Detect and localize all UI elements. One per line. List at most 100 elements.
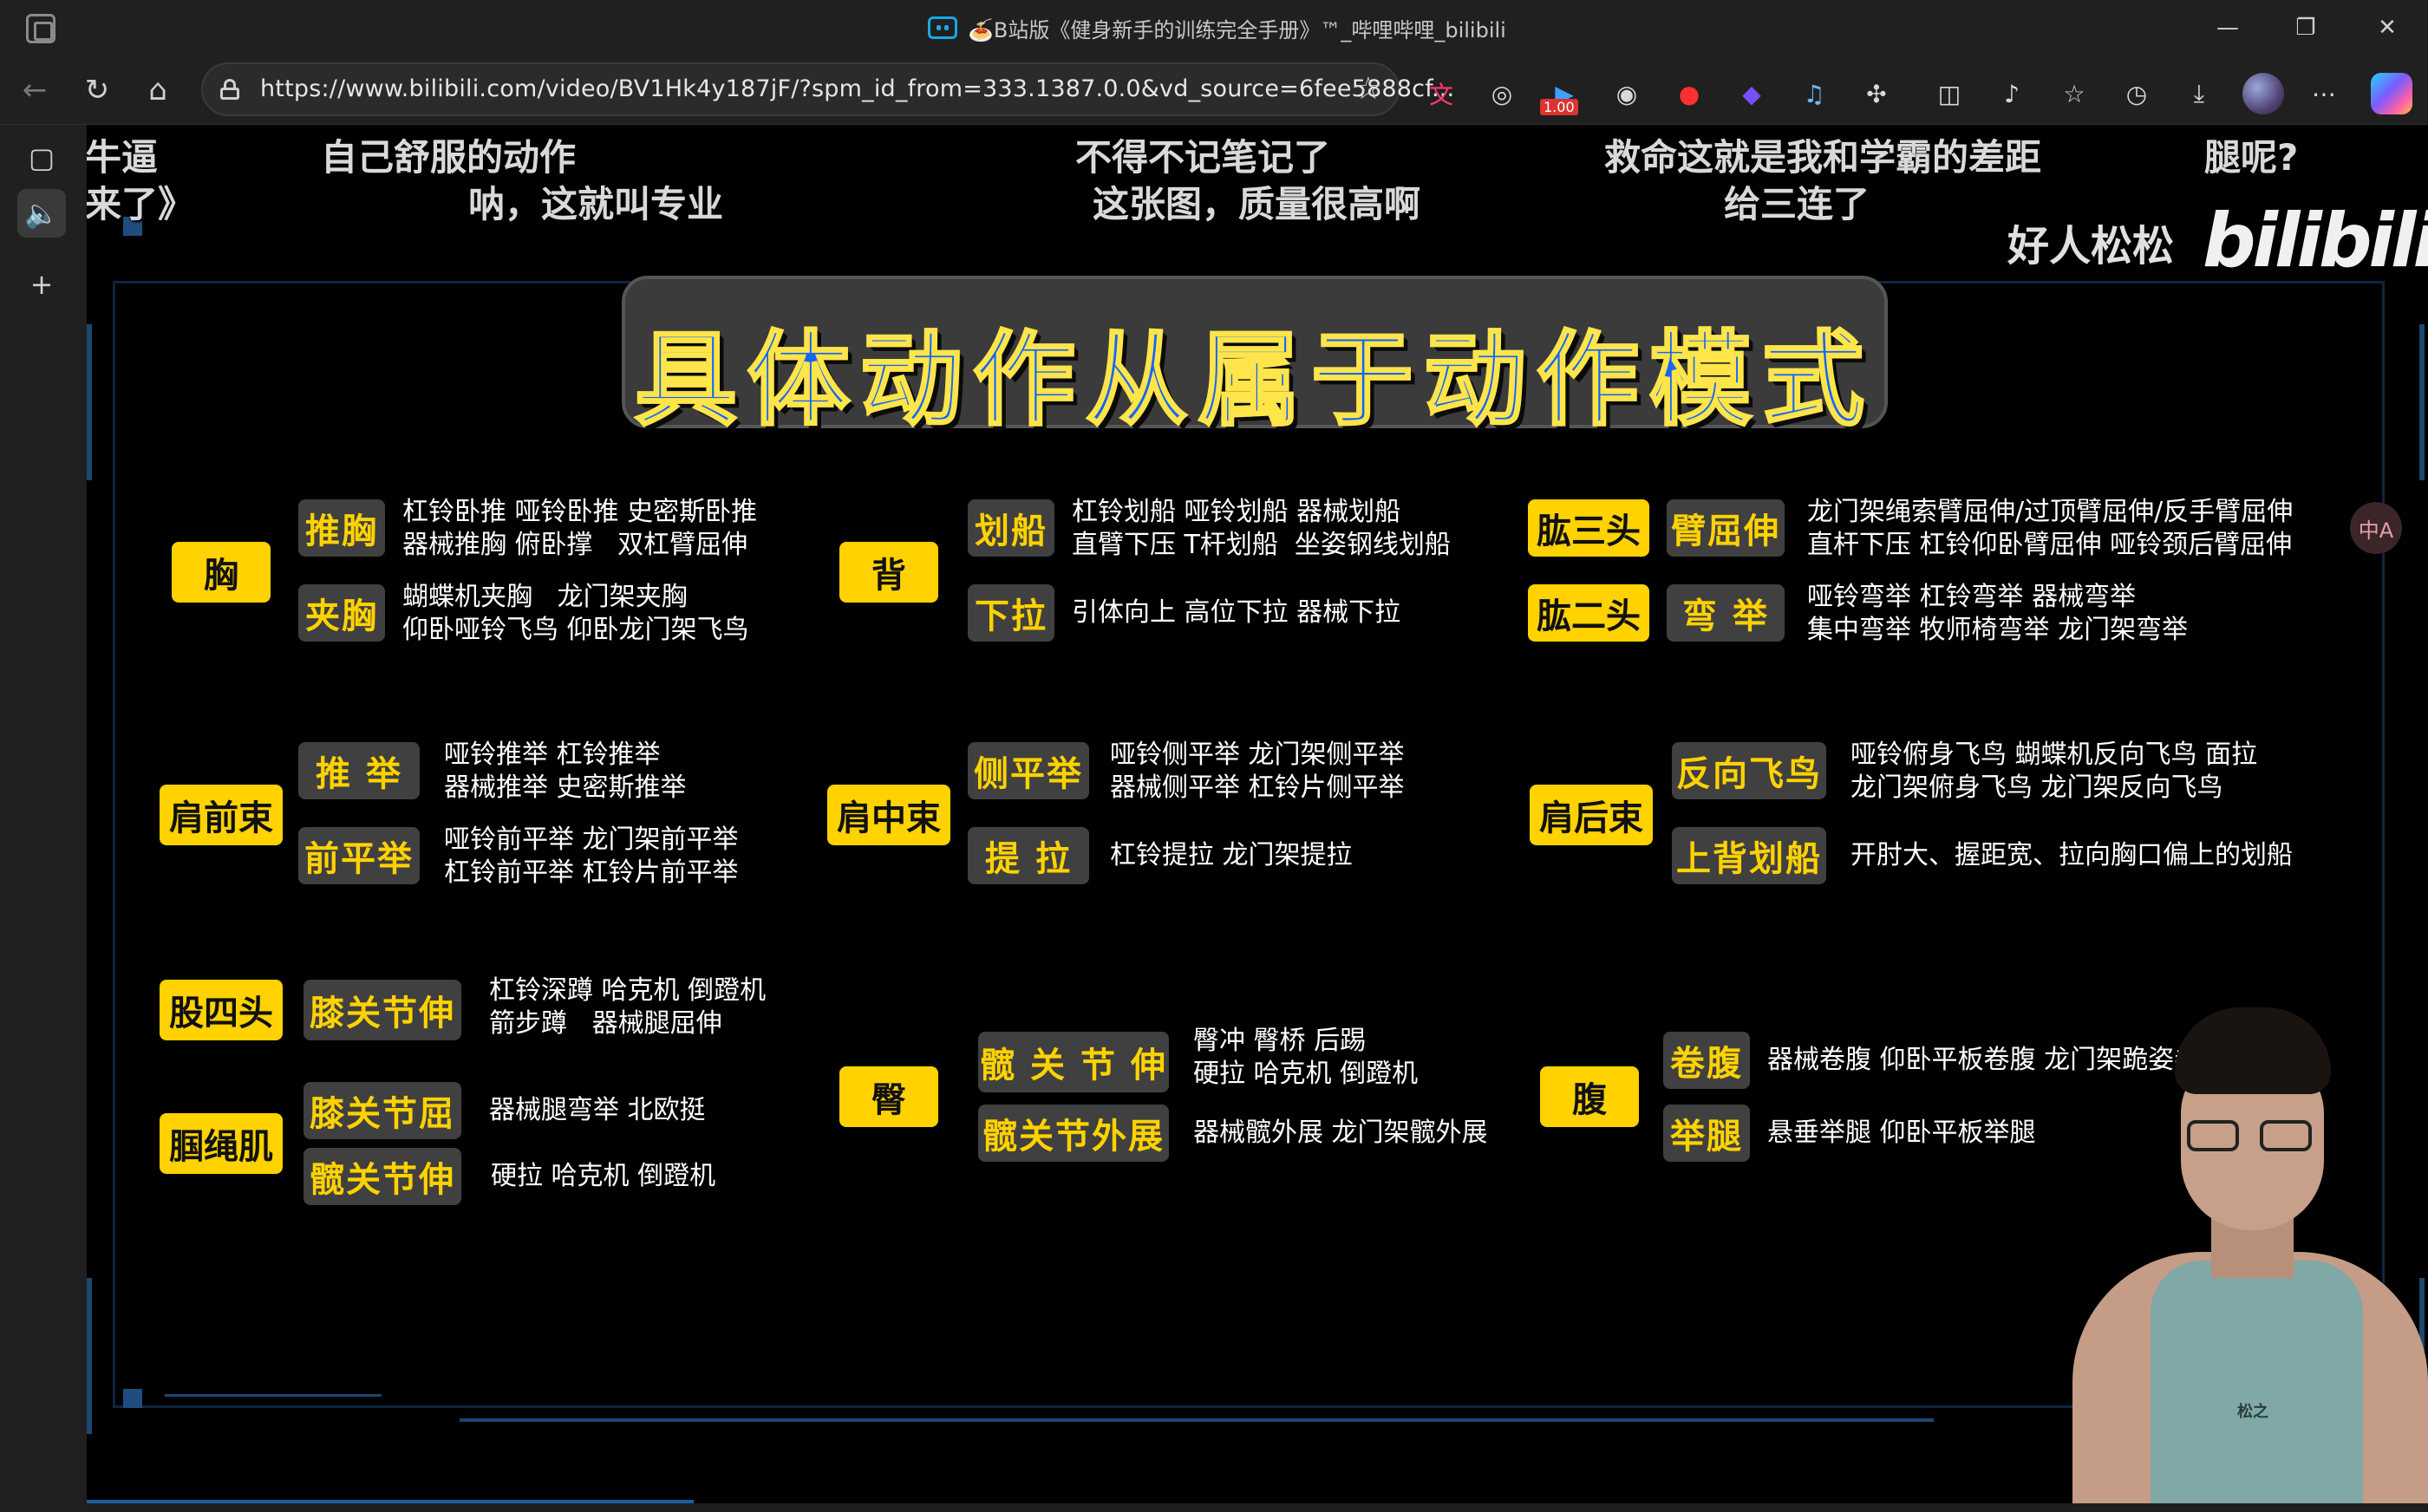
category-glutes: 臀 (839, 1066, 938, 1127)
window-title: 🍝B站版《健身新手的训练完全手册》™_哔哩哔哩_bilibili (928, 12, 1506, 43)
extensions-puzzle-icon[interactable]: ✣ (1857, 75, 1896, 113)
favorite-star-icon[interactable]: ☆ (1354, 71, 1382, 107)
address-bar[interactable]: https://www.bilibili.com/video/BV1Hk4y18… (201, 62, 1454, 116)
category-front-delt: 肩前束 (160, 785, 283, 845)
minimize-button[interactable]: — (2189, 0, 2267, 55)
danmaku-comment: 来了》 (87, 183, 195, 225)
bilibili-tv-icon (928, 16, 957, 39)
danmaku-comment: 救命这就是我和学霸的差距 (1604, 136, 2042, 179)
layers-extension-icon[interactable]: ◆ (1733, 75, 1771, 113)
danmaku-comment: 呐，这就叫专业 (468, 183, 724, 225)
exercise-list: 杠铃提拉 龙门架提拉 (1110, 840, 1353, 870)
frame-accent (87, 1278, 92, 1434)
exercise-list: 龙门架绳索臂屈伸/过顶臂屈伸/反手臂屈伸 直杆下压 杠铃仰卧臂屈伸 哑铃颈后臂屈… (1807, 497, 2294, 560)
audio-tab-icon[interactable]: 🔈 (17, 189, 66, 238)
danmaku-comment: 腿呢? (2204, 136, 2299, 179)
exercise-list: 杠铃卧推 哑铃卧推 史密斯卧推 器械推胸 俯卧撑 双杠臂屈伸 (402, 497, 758, 560)
url-text[interactable]: https://www.bilibili.com/video/BV1Hk4y18… (260, 75, 1454, 102)
exercise-list: 杠铃划船 哑铃划船 器械划船 直臂下压 T杆划船 坐姿钢线划船 (1072, 497, 1451, 560)
favorites-list-icon[interactable]: ☆ (2055, 75, 2093, 113)
video-speed-extension-icon[interactable]: ▶ 1.00 (1540, 75, 1583, 115)
movement-label: 举腿 (1663, 1105, 1750, 1162)
lock-icon[interactable] (220, 79, 239, 100)
danmaku-comment: 给三连了 (1724, 183, 1870, 225)
media-control-icon[interactable]: ♪ (1993, 75, 2031, 113)
movement-label: 卷腹 (1663, 1032, 1750, 1089)
translate-extension-icon[interactable]: 文 (1422, 75, 1460, 113)
category-abs: 腹 (1540, 1066, 1639, 1127)
danmaku-comment: 这张图，质量很高啊 (1093, 183, 1421, 225)
movement-label: 提 拉 (968, 827, 1089, 884)
category-triceps: 肱三头 (1528, 499, 1649, 557)
presenter-hair (2175, 1007, 2331, 1094)
refresh-button[interactable]: ↻ (75, 68, 120, 113)
frame-accent (87, 324, 92, 480)
category-chest: 胸 (172, 542, 271, 603)
copilot-icon[interactable] (2371, 73, 2412, 114)
vertical-sidebar: ▢ 🔈 + (0, 125, 83, 1512)
movement-label: 髋关节伸 (304, 1148, 461, 1205)
more-menu-icon[interactable]: ⋯ (2305, 75, 2343, 113)
danmaku-comment: 不得不记笔记了 (1075, 136, 1331, 179)
movement-label: 膝关节屈 (304, 1082, 461, 1139)
presenter-glasses (2187, 1120, 2317, 1155)
title-bar: 🍝B站版《健身新手的训练完全手册》™_哔哩哔哩_bilibili — ❐ ✕ (0, 0, 2428, 55)
subtitle-toggle-icon[interactable]: 中A (2350, 502, 2402, 554)
window-title-text: 🍝B站版《健身新手的训练完全手册》™_哔哩哔哩_bilibili (968, 17, 1506, 42)
movement-label: 夹胸 (298, 584, 385, 642)
exercise-list: 硬拉 哈克机 倒蹬机 (491, 1161, 716, 1191)
close-button[interactable]: ✕ (2348, 0, 2426, 55)
category-mid-delt: 肩中束 (827, 785, 950, 845)
tab-actions-icon[interactable]: ▢ (17, 134, 66, 182)
adblock-extension-icon[interactable]: ● (1670, 75, 1708, 113)
presenter-tank-top (2151, 1261, 2363, 1503)
presenter-webcam: 松之 (2072, 1000, 2428, 1503)
video-player[interactable]: 牛逼 来了》 自己舒服的动作 呐，这就叫专业 不得不记笔记了 这张图，质量很高啊… (87, 125, 2428, 1503)
mask-extension-icon[interactable]: ◎ (1483, 75, 1521, 113)
danmaku-comment: 牛逼 (87, 136, 159, 179)
new-tab-icon[interactable]: + (17, 260, 66, 309)
split-screen-icon[interactable]: ◫ (1930, 75, 1968, 113)
exercise-list: 哑铃前平举 龙门架前平举 杠铃前平举 杠铃片前平举 (444, 824, 739, 888)
exercise-list: 悬垂举腿 仰卧平板举腿 (1767, 1118, 2036, 1148)
movement-label: 侧平举 (968, 742, 1089, 799)
category-rear-delt: 肩后束 (1530, 785, 1653, 845)
home-button[interactable]: ⌂ (135, 68, 180, 113)
movement-label: 划船 (968, 499, 1054, 557)
exercise-list: 器械腿弯举 北欧挺 (489, 1095, 706, 1125)
exercise-list: 引体向上 高位下拉 器械下拉 (1072, 597, 1401, 628)
downloads-icon[interactable]: ⤓ (2180, 75, 2218, 113)
movement-label: 弯 举 (1667, 584, 1785, 642)
corner-square (123, 1389, 142, 1408)
category-quads: 股四头 (160, 980, 283, 1040)
movement-label: 臂屈伸 (1667, 499, 1785, 557)
workspaces-icon[interactable] (26, 14, 55, 43)
movement-label: 前平举 (298, 827, 420, 884)
movement-label: 髋 关 节 伸 (978, 1032, 1169, 1092)
movement-label: 膝关节伸 (304, 980, 461, 1040)
frame-accent (2419, 324, 2425, 480)
exercise-list: 蝴蝶机夹胸 龙门架夹胸 仰卧哑铃飞鸟 仰卧龙门架飞鸟 (402, 582, 749, 645)
category-hamstrings: 腘绳肌 (160, 1113, 283, 1174)
movement-label: 髋关节外展 (978, 1105, 1169, 1162)
exercise-list: 杠铃深蹲 哈克机 倒蹬机 箭步蹲 器械腿屈伸 (489, 975, 767, 1039)
history-icon[interactable]: ◷ (2118, 75, 2156, 113)
exercise-list: 哑铃侧平举 龙门架侧平举 器械侧平举 杠铃片侧平举 (1110, 740, 1405, 803)
movement-label: 推 举 (298, 742, 420, 799)
exercise-list: 哑铃推举 杠铃推举 器械推举 史密斯推举 (444, 740, 687, 803)
profile-avatar[interactable] (2242, 73, 2284, 114)
movement-label: 反向飞鸟 (1672, 742, 1826, 799)
danmaku-comment: 自己舒服的动作 (321, 136, 577, 179)
uploader-watermark: 好人松松 (2007, 222, 2175, 270)
movement-label: 推胸 (298, 499, 385, 557)
music-extension-icon[interactable]: ♫ (1795, 75, 1833, 113)
frame-bottom-line (460, 1418, 1934, 1422)
restore-button[interactable]: ❐ (2267, 0, 2345, 55)
movement-label: 上背划船 (1672, 827, 1826, 884)
video-progress-bar[interactable] (87, 1500, 694, 1503)
exercise-list: 哑铃弯举 杠铃弯举 器械弯举 集中弯举 牧师椅弯举 龙门架弯举 (1807, 582, 2189, 645)
glasses-extension-icon[interactable]: ◉ (1608, 75, 1646, 113)
back-button[interactable]: ← (12, 68, 57, 113)
speed-badge: 1.00 (1540, 99, 1578, 115)
exercise-list: 器械髋外展 龙门架髋外展 (1193, 1118, 1488, 1148)
